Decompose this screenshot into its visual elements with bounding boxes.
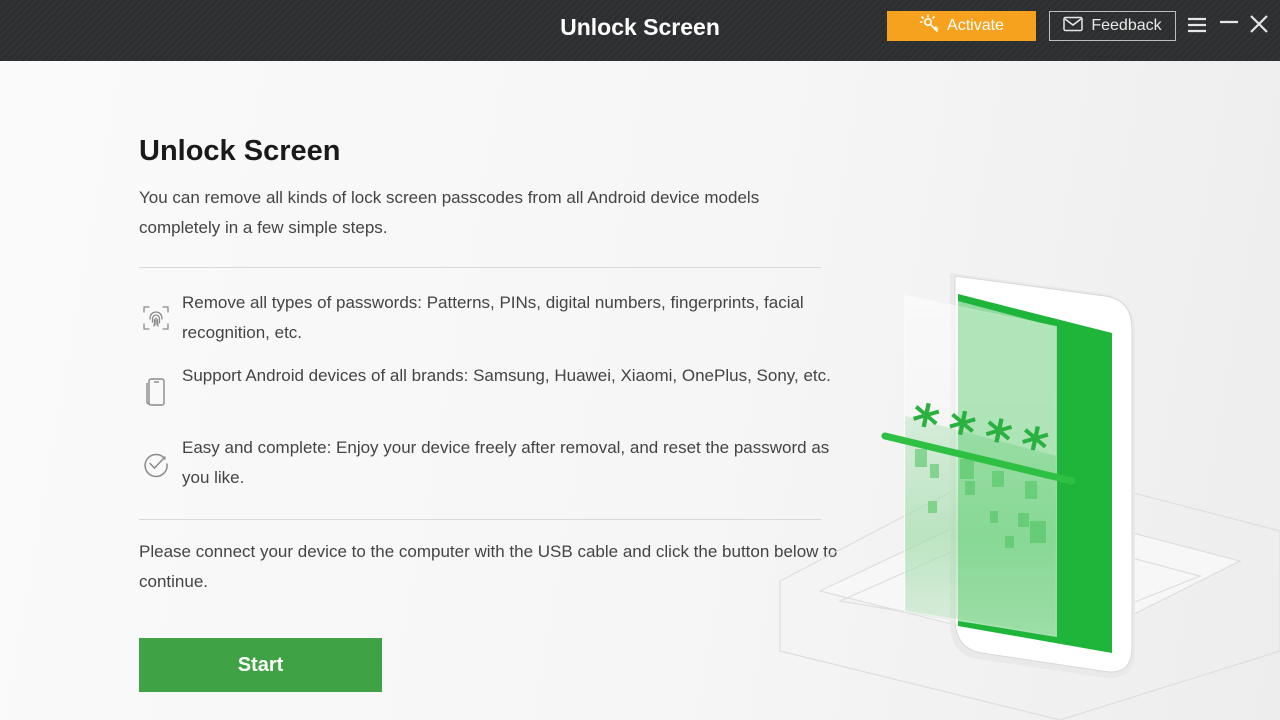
page-title: Unlock Screen [139,135,341,167]
feature-text: Support Android devices of all brands: S… [182,366,831,385]
close-icon[interactable] [1248,14,1270,36]
menu-icon[interactable] [1186,14,1208,36]
fingerprint-icon [141,303,171,333]
feature-item: Easy and complete: Enjoy your device fre… [139,433,829,493]
feature-item: Remove all types of passwords: Patterns,… [139,288,829,348]
feature-text: Easy and complete: Enjoy your device fre… [182,438,830,487]
feature-item: Support Android devices of all brands: S… [139,361,831,421]
intro-text: You can remove all kinds of lock screen … [139,188,760,237]
key-icon [919,13,941,39]
divider [139,519,821,520]
feedback-label: Feedback [1091,17,1162,34]
main-panel: Unlock Screen You can remove all kinds o… [0,61,1280,720]
activate-button[interactable]: Activate [887,11,1036,41]
divider [139,267,821,268]
start-button[interactable]: Start [139,638,382,692]
phone-icon [141,375,171,406]
envelope-icon [1063,16,1084,37]
activate-label: Activate [947,17,1004,34]
feedback-button[interactable]: Feedback [1049,11,1176,41]
phone-illustration: **** [760,181,1280,720]
title-bar: Unlock Screen Activate Feedback [0,0,1280,61]
minimize-icon[interactable] [1218,14,1240,36]
check-circle-icon [141,449,171,479]
connect-instructions: Please connect your device to the comput… [139,542,838,591]
feature-text: Remove all types of passwords: Patterns,… [182,293,804,342]
